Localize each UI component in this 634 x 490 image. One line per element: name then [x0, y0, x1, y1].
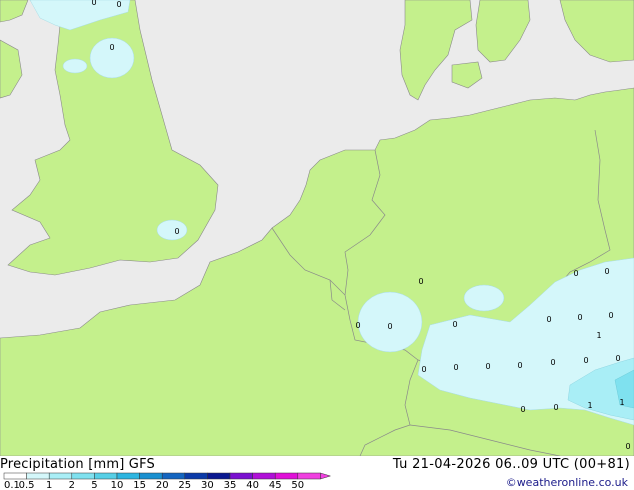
scale-tick-label: 0.5: [19, 480, 35, 490]
product-title: Precipitation [mm] GFS: [0, 457, 155, 472]
value-label: 0: [91, 0, 96, 7]
scale-swatch: [207, 472, 231, 480]
value-label: 0: [452, 320, 457, 329]
scale-swatch: [94, 472, 118, 480]
scale-tick-label: 1: [46, 480, 52, 490]
scale-tick-label: 2: [69, 480, 75, 490]
value-label: 0: [625, 442, 630, 451]
value-label: 1: [596, 331, 601, 340]
credit-link[interactable]: ©weatheronline.co.uk: [506, 476, 628, 489]
scale-tick-label: 40: [246, 480, 259, 490]
precip-germany-west: [463, 284, 505, 312]
scale-tick-label: 35: [224, 480, 237, 490]
precipitation-map[interactable]: 0 0 0 0 0 0 0 0 0 0 0 0 0 0 0 0 0 0 0 0 …: [0, 0, 634, 456]
precip-london: [156, 219, 188, 241]
color-scale: 0.10.5 1 2 5 10 15 20 25 30 35 40 45 50: [3, 472, 332, 490]
value-label: 0: [608, 311, 613, 320]
scale-tick-label: 15: [133, 480, 146, 490]
value-label: 0: [116, 0, 121, 9]
value-label: 0: [421, 365, 426, 374]
value-label: 0: [577, 313, 582, 322]
scale-swatch: [3, 472, 27, 480]
footer-bar: Precipitation [mm] GFS Tu 21-04-2026 06.…: [0, 456, 634, 490]
scale-swatch: [71, 472, 95, 480]
scale-swatch: [229, 472, 253, 480]
scale-tick-label: 45: [269, 480, 282, 490]
value-label: 0: [546, 315, 551, 324]
scale-tick-label: 10: [111, 480, 124, 490]
value-label: 0: [418, 277, 423, 286]
value-label: 0: [517, 361, 522, 370]
scale-tick-label: 50: [291, 480, 304, 490]
valid-time: Tu 21-04-2026 06..09 UTC (00+81): [392, 457, 630, 472]
scale-swatch: [274, 472, 299, 480]
scale-swatch: [26, 472, 50, 480]
scale-tick-label: 30: [201, 480, 214, 490]
value-label: 0: [387, 322, 392, 331]
value-label: 0: [485, 362, 490, 371]
scale-tick-label: 5: [91, 480, 97, 490]
scale-swatch: [139, 472, 163, 480]
value-label: 0: [520, 405, 525, 414]
scale-swatch: [116, 472, 140, 480]
scale-tick-label: 20: [156, 480, 169, 490]
scale-tick-label: 0.1: [4, 480, 20, 490]
scale-arrow: [320, 472, 332, 480]
precip-north-england-2: [62, 58, 88, 74]
value-label: 0: [615, 354, 620, 363]
value-label: 1: [587, 401, 592, 410]
value-label: 0: [553, 403, 558, 412]
value-label: 0: [604, 267, 609, 276]
value-label: 0: [573, 269, 578, 278]
scale-swatch: [252, 472, 276, 480]
value-label: 1: [619, 398, 624, 407]
value-label: 0: [174, 227, 179, 236]
value-label: 0: [355, 321, 360, 330]
scale-swatch: [297, 472, 321, 480]
scale-swatch: [184, 472, 208, 480]
value-label: 0: [583, 356, 588, 365]
value-label: 0: [109, 43, 114, 52]
value-label: 0: [550, 358, 555, 367]
scale-swatch: [48, 472, 73, 480]
value-label: 0: [453, 363, 458, 372]
scale-tick-label: 25: [178, 480, 191, 490]
scale-swatch: [161, 472, 186, 480]
